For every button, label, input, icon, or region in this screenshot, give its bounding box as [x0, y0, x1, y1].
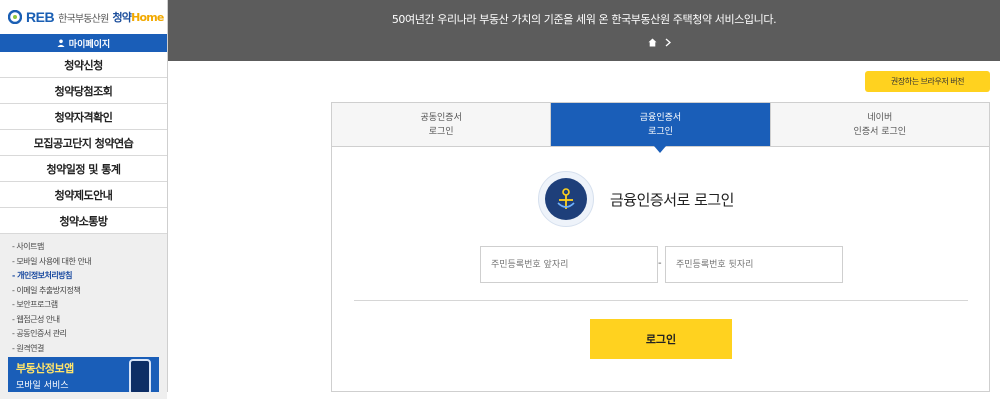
mypage-label: 마이페이지	[68, 39, 111, 50]
home-icon[interactable]	[648, 38, 657, 47]
login-panel: 금융인증서로 로그인 - 로그인	[331, 147, 990, 392]
breadcrumb	[648, 38, 671, 47]
header-message: 50여년간 우리나라 부동산 가치의 기준을 세워 온 한국부동산원 주택청약 …	[391, 13, 777, 26]
recommended-browser-button[interactable]: 권장하는 브라우저 버전	[865, 71, 990, 92]
tab-login-method[interactable]: 네이버인증서 로그인	[770, 103, 989, 146]
sidebar-item[interactable]: 청약제도안내	[0, 182, 167, 208]
tab-label: 로그인	[428, 126, 454, 137]
sidebar: REB 한국부동산원 청약Home 마이페이지 청약신청 청약당첨조회 청약자격확인…	[0, 0, 168, 399]
footer-link[interactable]: - 보안프로그램	[12, 298, 155, 313]
sidebar-item[interactable]: 청약일정 및 통계	[0, 156, 167, 182]
tab-label: 로그인	[648, 126, 673, 137]
sidebar-item[interactable]: 청약자격확인	[0, 104, 167, 130]
rrn-separator: -	[658, 258, 662, 269]
logo-reb-text: REB	[26, 9, 55, 25]
mypage-button[interactable]: 마이페이지	[0, 34, 167, 52]
reb-logo-icon	[8, 10, 22, 24]
sidebar-item[interactable]: 청약신청	[0, 52, 167, 78]
logo-brand-main: 청약	[112, 11, 132, 24]
footer-link[interactable]: - 이메일 추출방지정책	[12, 284, 155, 299]
rrn-front-input[interactable]	[480, 246, 658, 283]
footer-link[interactable]: - 원격연결	[12, 342, 155, 357]
sidebar-item[interactable]: 청약당첨조회	[0, 78, 167, 104]
tab-label: 네이버	[867, 112, 893, 123]
chevron-right-icon	[665, 38, 671, 47]
phone-icon	[129, 359, 151, 392]
top-header: 50여년간 우리나라 부동산 가치의 기준을 세워 온 한국부동산원 주택청약 …	[168, 0, 1000, 61]
logo[interactable]: REB 한국부동산원 청약Home	[0, 0, 167, 34]
divider	[354, 300, 968, 301]
user-icon	[57, 39, 65, 47]
footer-link[interactable]: - 모바일 사용에 대한 안내	[12, 255, 155, 270]
logo-org-text: 한국부동산원	[58, 13, 109, 25]
login-header: 금융인증서로 로그인	[538, 171, 734, 227]
footer-link[interactable]: - 공동인증서 관리	[12, 327, 155, 342]
footer-link[interactable]: - 웹접근성 안내	[12, 313, 155, 328]
logo-brand-home: Home	[131, 11, 164, 24]
login-title: 금융인증서로 로그인	[610, 190, 734, 209]
footer-link[interactable]: - 개인정보처리방침	[12, 269, 155, 284]
app-banner[interactable]: 부동산정보앱 모바일 서비스	[8, 357, 159, 392]
sidebar-item[interactable]: 모집공고단지 청약연습	[0, 130, 167, 156]
tab-label: 금융인증서	[639, 112, 682, 123]
tab-label: 인증서 로그인	[853, 126, 907, 137]
footer-link[interactable]: - 사이트맵	[12, 240, 155, 255]
tab-login-method[interactable]: 금융인증서로그인	[551, 103, 771, 153]
tab-label: 공동인증서	[420, 112, 462, 123]
logo-brand-text: 청약Home	[112, 9, 164, 25]
rrn-back-input[interactable]	[665, 246, 843, 283]
sidebar-item[interactable]: 청약소통방	[0, 208, 167, 234]
login-tabs: 공동인증서 로그인 금융인증서 로그인 네이버 인증서 로그인	[331, 102, 990, 153]
certificate-icon	[538, 171, 594, 227]
sidebar-nav: 청약신청 청약당첨조회 청약자격확인 모집공고단지 청약연습 청약일정 및 통계 청약제도…	[0, 52, 167, 234]
tab-login-method[interactable]: 공동인증서로그인	[332, 103, 552, 146]
login-button[interactable]: 로그인	[590, 319, 732, 359]
